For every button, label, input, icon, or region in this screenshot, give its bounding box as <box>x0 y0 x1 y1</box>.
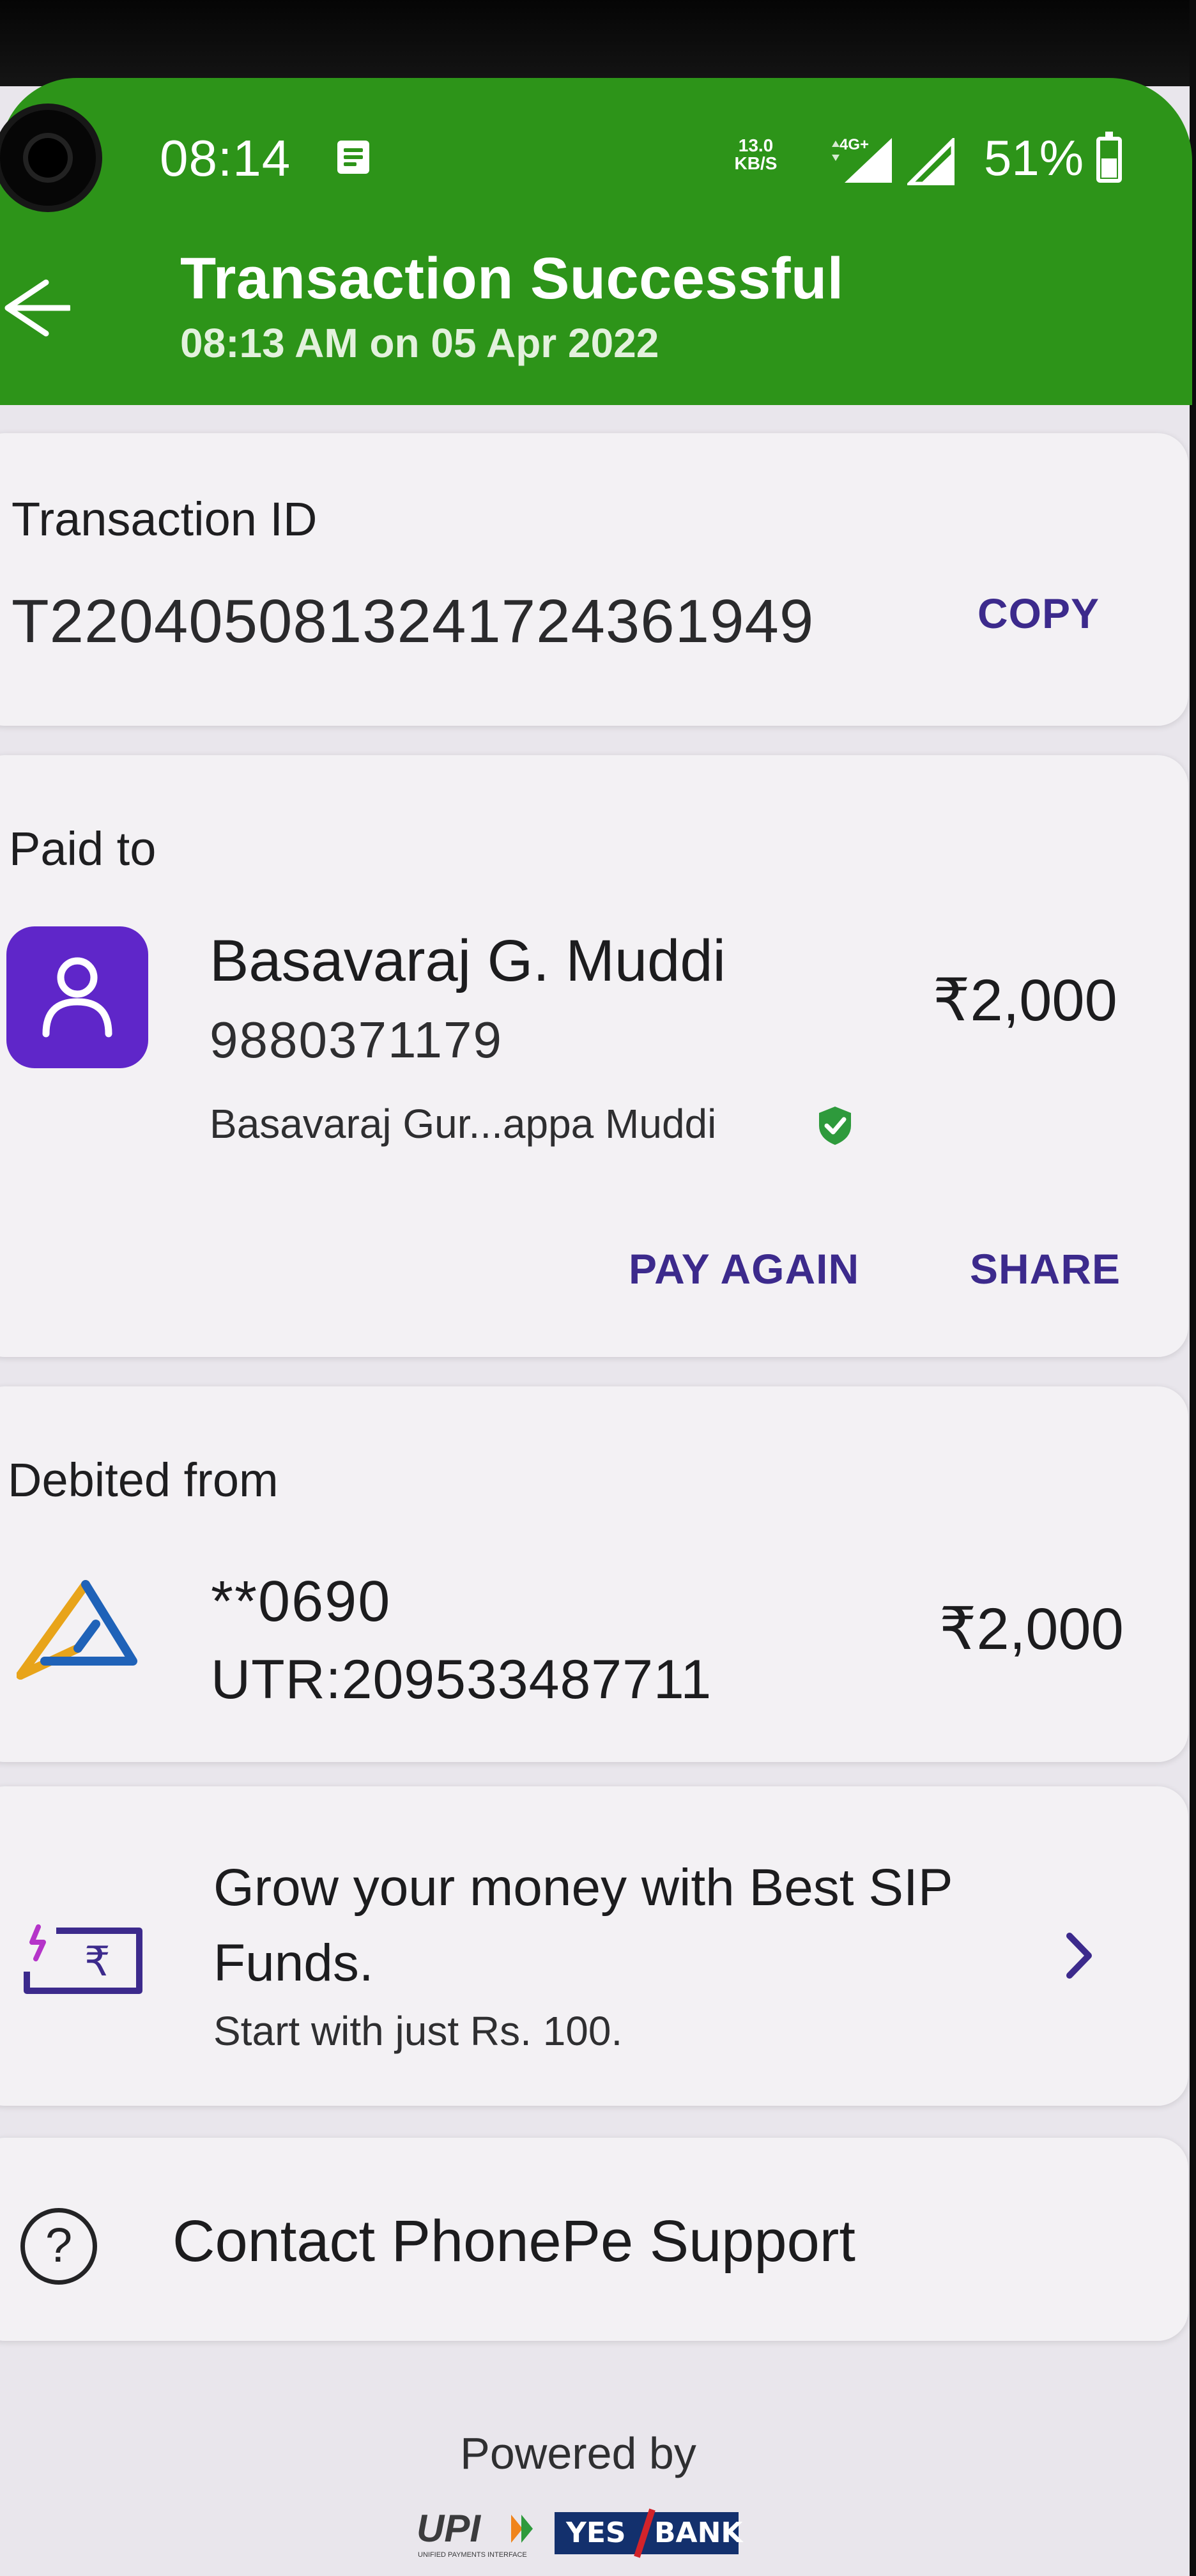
support-label: Contact PhonePe Support <box>172 2209 855 2274</box>
network-speed-value: 13.0 <box>738 135 774 155</box>
debited-from-label: Debited from <box>8 1453 279 1506</box>
transaction-datetime: 08:13 AM on 05 Apr 2022 <box>180 320 659 366</box>
share-button[interactable]: SHARE <box>970 1245 1121 1293</box>
battery-percentage: 51% <box>984 130 1084 186</box>
rupee-card-icon: ₹ <box>24 1924 142 1994</box>
chevron-right-icon[interactable] <box>1061 1927 1099 1984</box>
status-time: 08:14 <box>160 130 291 187</box>
payee-avatar <box>6 926 148 1068</box>
promo-subtitle: Start with just Rs. 100. <box>213 2008 623 2054</box>
paid-to-label: Paid to <box>9 822 157 875</box>
signal-4g-icon: 4G+ <box>832 136 892 183</box>
support-card[interactable]: ? Contact PhonePe Support <box>0 2138 1188 2341</box>
network-speed-unit: KB/S <box>734 153 778 173</box>
svg-text:₹: ₹ <box>84 1938 111 1986</box>
sip-promo-card[interactable]: ₹ Grow your money with Best SIP Funds. S… <box>0 1786 1188 2106</box>
bank-word-bank: BANK <box>654 2517 743 2549</box>
upi-tagline: UNIFIED PAYMENTS INTERFACE <box>418 2551 527 2559</box>
network-speed: 13.0 KB/S <box>727 137 785 172</box>
battery-icon <box>1096 132 1122 183</box>
pay-again-button[interactable]: PAY AGAIN <box>629 1245 859 1293</box>
transaction-id-label: Transaction ID <box>12 493 318 546</box>
paid-to-card: Paid to Basavaraj G. Muddi 9880371179 Ba… <box>0 755 1188 1357</box>
front-camera <box>0 103 102 212</box>
powered-by-text: Powered by <box>460 2428 696 2478</box>
bank-logo-icon <box>17 1580 137 1680</box>
help-circle-icon: ? <box>20 2208 97 2285</box>
copy-button[interactable]: COPY <box>977 589 1100 638</box>
upi-logo: UPI UNIFIED PAYMENTS INTERFACE <box>417 2508 533 2559</box>
upi-text: UPI <box>417 2508 481 2550</box>
transaction-id-card: Transaction ID T2204050813241724361949 C… <box>0 433 1188 726</box>
network-type: 4G+ <box>839 136 869 153</box>
bank-word-yes: YES <box>566 2517 626 2549</box>
page-title: Transaction Successful <box>180 246 844 311</box>
user-icon <box>42 957 112 1038</box>
phone-bezel <box>0 0 1196 86</box>
promo-title: Grow your money with Best SIP Funds. <box>213 1859 953 1992</box>
payee-phone: 9880371179 <box>210 1011 503 1068</box>
signal-strength-icon <box>907 138 954 185</box>
debited-from-card: Debited from **0690 UTR:209533487711 ₹2,… <box>0 1386 1188 1762</box>
transaction-id-value: T2204050813241724361949 <box>12 587 815 656</box>
payee-registered-name: Basavaraj Gur...appa Muddi <box>210 1101 717 1147</box>
message-notification-icon <box>337 141 369 174</box>
app-header: 08:14 13.0 KB/S 4G+ 51% Transaction Succ… <box>0 78 1192 405</box>
verified-shield-icon <box>819 1107 851 1145</box>
payee-name: Basavaraj G. Muddi <box>210 928 726 993</box>
debited-amount: ₹2,000 <box>939 1597 1124 1662</box>
account-number: **0690 <box>211 1570 392 1634</box>
utr-number: UTR:209533487711 <box>211 1649 712 1710</box>
paid-amount: ₹2,000 <box>933 968 1117 1033</box>
back-arrow-icon[interactable] <box>0 270 70 346</box>
yes-bank-logo: YES BANK <box>555 2508 743 2558</box>
